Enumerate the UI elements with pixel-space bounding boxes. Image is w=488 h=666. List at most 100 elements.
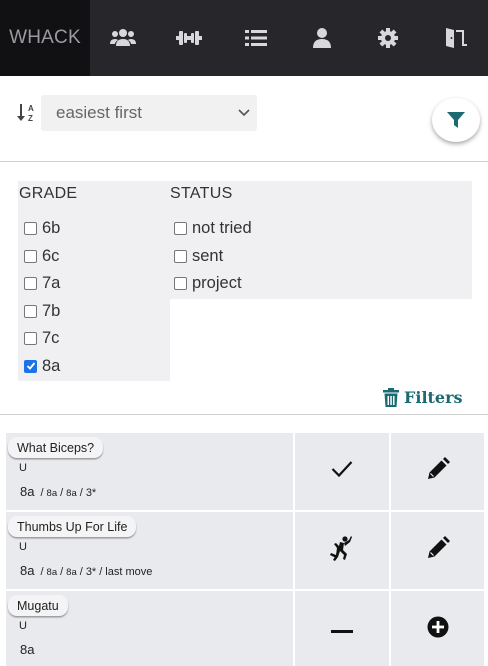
status-option[interactable]: not tried xyxy=(174,219,252,238)
route-name-chip[interactable]: Thumbs Up For Life xyxy=(8,516,137,537)
gear-icon xyxy=(378,28,399,48)
nav-training-button[interactable] xyxy=(156,0,222,76)
route-grade-vote: 8a xyxy=(66,567,77,578)
route-row: Thumbs Up For Life U 8a/8a/8a/3* / last move xyxy=(6,512,484,591)
grade-checkbox[interactable] xyxy=(24,359,37,373)
minus-icon xyxy=(331,621,353,639)
status-header: STATUS xyxy=(170,185,233,202)
grade-option[interactable]: 7b xyxy=(24,302,60,321)
route-sector: U xyxy=(19,462,27,474)
route-grade: 8a xyxy=(20,484,35,499)
route-grade-vote: 8a xyxy=(46,488,58,499)
route-grade-line: 8a xyxy=(20,642,37,657)
status-option[interactable]: sent xyxy=(174,247,223,266)
route-grade-line: 8a/8a/8a/3* xyxy=(20,484,96,499)
route-grade: 8a xyxy=(20,563,35,578)
grade-checkbox[interactable] xyxy=(24,222,37,235)
climber-icon xyxy=(330,535,354,566)
filter-panel: GRADE 6b 6c 7a 7b 7c 8a STATUS not tried sent p… xyxy=(0,162,488,415)
grade-label: 6c xyxy=(42,246,60,265)
status-option[interactable]: project xyxy=(174,274,242,293)
grade-option[interactable]: 7a xyxy=(24,274,60,293)
pencil-icon xyxy=(426,536,450,565)
route-stars: 3* xyxy=(85,487,97,499)
clear-filters-button[interactable]: Filters xyxy=(383,388,463,407)
route-edit-button[interactable] xyxy=(391,433,484,510)
check-icon xyxy=(26,362,35,370)
nav-settings-button[interactable] xyxy=(355,0,421,76)
grade-label: 7c xyxy=(42,329,60,347)
route-sector: U xyxy=(19,541,27,553)
nav-users-button[interactable] xyxy=(90,0,156,76)
separator: / xyxy=(60,487,64,499)
status-checkbox[interactable] xyxy=(174,222,187,235)
route-status-button[interactable] xyxy=(295,591,389,666)
separator: / xyxy=(79,566,83,578)
users-icon xyxy=(110,29,137,46)
sort-order-select[interactable]: easiest first xyxy=(41,95,257,131)
status-label: project xyxy=(192,274,242,292)
chevron-down-icon xyxy=(238,109,250,117)
pencil-icon xyxy=(426,457,450,486)
svg-text:Z: Z xyxy=(28,114,33,123)
nav-logout-button[interactable] xyxy=(421,0,487,76)
grade-header: GRADE xyxy=(19,185,78,202)
route-note: last move xyxy=(105,566,153,578)
grade-label: 7b xyxy=(42,301,61,320)
grade-option[interactable]: 6c xyxy=(24,247,59,266)
grade-label: 8a xyxy=(42,356,61,375)
grade-option[interactable]: 7c xyxy=(24,329,59,348)
funnel-icon xyxy=(447,112,465,128)
status-filter-group: STATUS not tried sent project xyxy=(170,181,472,299)
status-checkbox[interactable] xyxy=(174,277,187,290)
nav-list-button[interactable] xyxy=(223,0,289,76)
nav-profile-button[interactable] xyxy=(289,0,355,76)
route-name-chip[interactable]: Mugatu xyxy=(8,595,68,616)
route-grade: 8a xyxy=(20,642,35,657)
separator: / xyxy=(99,566,103,578)
route-row: Mugatu U 8a xyxy=(6,591,484,666)
separator: / xyxy=(40,487,44,499)
route-grade-vote: 8a xyxy=(66,488,77,499)
sort-alpha-icon: A Z xyxy=(17,103,37,128)
route-info-cell: Thumbs Up For Life U 8a/8a/8a/3* / last move xyxy=(6,512,293,589)
route-info-cell: What Biceps? U 8a/8a/8a/3* xyxy=(6,433,293,510)
top-navbar: WHACK xyxy=(0,0,488,76)
dumbbell-icon xyxy=(176,31,203,45)
route-grade-line: 8a/8a/8a/3* / last move xyxy=(20,563,152,578)
svg-text:A: A xyxy=(28,104,34,113)
user-icon xyxy=(313,28,332,48)
status-checkbox[interactable] xyxy=(174,249,187,263)
plus-circle-icon xyxy=(427,616,449,643)
brand-logo[interactable]: WHACK xyxy=(0,0,90,76)
checkmark-icon xyxy=(331,460,353,483)
route-grade-vote: 8a xyxy=(46,567,58,578)
route-info-cell: Mugatu U 8a xyxy=(6,591,293,666)
exit-door-icon xyxy=(445,28,467,48)
grade-checkbox[interactable] xyxy=(24,304,37,318)
separator: / xyxy=(79,487,83,499)
separator: / xyxy=(40,566,44,578)
sort-bar: A Z easiest first xyxy=(0,76,488,162)
filter-toggle-button[interactable] xyxy=(432,98,480,142)
route-stars: 3* xyxy=(85,566,97,578)
grade-label: 7a xyxy=(42,274,61,292)
grade-checkbox[interactable] xyxy=(24,277,37,290)
route-add-button[interactable] xyxy=(391,591,484,666)
route-status-button[interactable] xyxy=(295,433,389,510)
route-status-button[interactable] xyxy=(295,512,389,589)
route-row: What Biceps? U 8a/8a/8a/3* xyxy=(6,433,484,512)
grade-option[interactable]: 8a xyxy=(24,357,60,376)
sort-order-value: easiest first xyxy=(56,103,142,122)
grade-filter-group: GRADE 6b 6c 7a 7b 7c 8a xyxy=(18,181,170,381)
grade-checkbox[interactable] xyxy=(24,332,37,345)
route-list: What Biceps? U 8a/8a/8a/3* Thumbs Up For Li… xyxy=(6,433,484,666)
grade-option[interactable]: 6b xyxy=(24,219,60,238)
route-name-chip[interactable]: What Biceps? xyxy=(8,437,104,458)
route-sector: U xyxy=(19,620,27,632)
grade-label: 6b xyxy=(42,219,61,237)
route-edit-button[interactable] xyxy=(391,512,484,589)
separator: / xyxy=(60,566,64,578)
status-label: not tried xyxy=(192,219,252,237)
grade-checkbox[interactable] xyxy=(24,249,37,263)
